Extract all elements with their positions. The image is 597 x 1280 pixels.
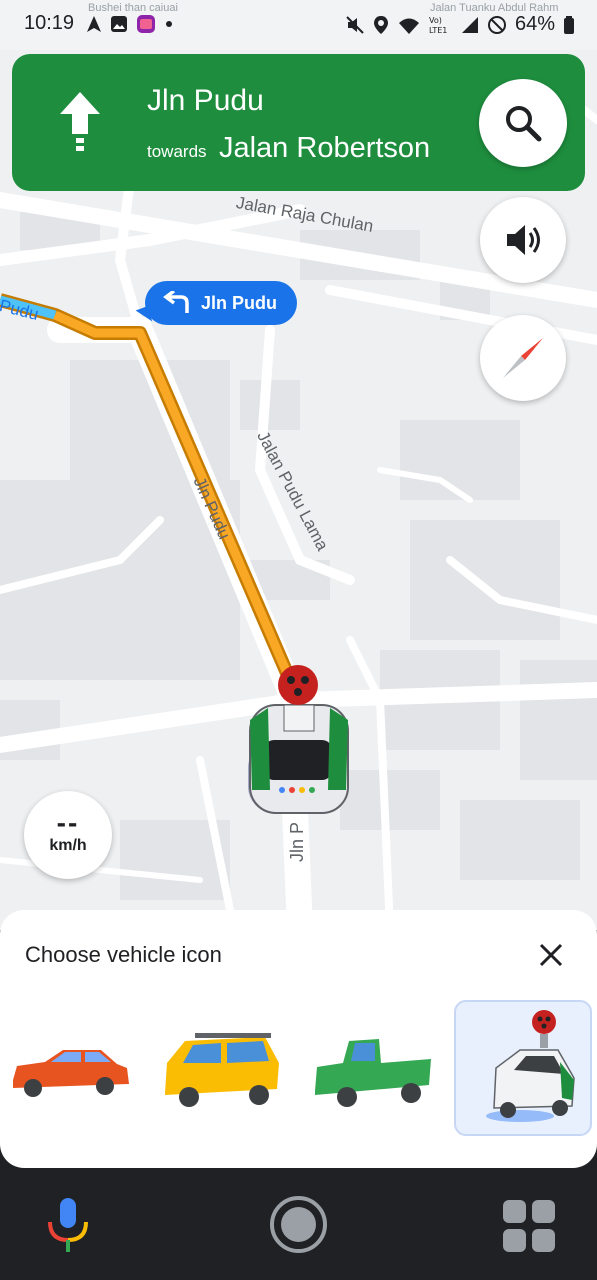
- next-street-name: Jln Pudu: [147, 84, 264, 117]
- apps-button[interactable]: [503, 1200, 555, 1252]
- speed-unit: km/h: [49, 837, 87, 854]
- wifi-icon: [398, 18, 419, 34]
- dot-icon: [166, 21, 172, 27]
- vehicle-option-street-view-car[interactable]: [454, 1000, 592, 1136]
- speed-value: --: [56, 807, 80, 838]
- turn-left-icon: [163, 291, 189, 313]
- navigation-arrow-icon: [87, 16, 101, 32]
- battery-percent: 64%: [514, 13, 555, 35]
- green-pickup-icon: [315, 1039, 431, 1107]
- yellow-suv-icon: [165, 1033, 279, 1107]
- turn-chip[interactable]: Jln Pudu: [145, 281, 297, 325]
- app-badge-icon: [137, 15, 155, 33]
- street-label-jln-p: Jln P: [287, 821, 307, 862]
- towards-street: Jalan Robertson: [218, 132, 431, 164]
- vehicle-icon-sheet: Choose vehicle icon: [0, 910, 597, 1168]
- volte-icon: Vo)LTE1: [429, 16, 447, 35]
- vehicle-option-yellow-suv[interactable]: [150, 1000, 288, 1136]
- volume-icon: [507, 225, 540, 255]
- assistant-mic-icon[interactable]: [46, 1196, 90, 1256]
- map-faint-text-left: Bushei than caiuai: [88, 2, 178, 14]
- straight-arrow-icon: [60, 92, 100, 151]
- towards-label: towards: [147, 142, 207, 161]
- apps-grid-cell: [532, 1229, 555, 1252]
- search-icon: [506, 106, 542, 142]
- compass-icon: [503, 338, 543, 378]
- close-icon: [539, 943, 563, 967]
- sheet-title: Choose vehicle icon: [25, 942, 222, 967]
- dnd-icon: [487, 15, 506, 34]
- location-icon: [373, 15, 388, 34]
- vehicle-marker-icon: [248, 665, 349, 814]
- speedometer: -- km/h: [24, 791, 112, 879]
- system-nav-bar: [0, 1168, 597, 1280]
- apps-grid-cell: [532, 1200, 555, 1223]
- mute-icon: [346, 15, 364, 34]
- search-button[interactable]: [479, 79, 567, 167]
- apps-grid-cell: [503, 1229, 526, 1252]
- apps-grid-cell: [503, 1200, 526, 1223]
- gallery-icon: [111, 16, 127, 32]
- status-time: 10:19: [24, 12, 75, 34]
- signal-icon: [461, 16, 478, 33]
- turn-chip-label: Jln Pudu: [201, 292, 277, 313]
- vehicle-option-green-pickup[interactable]: [302, 1000, 440, 1136]
- sound-button[interactable]: [480, 197, 566, 283]
- street-view-car-icon: [486, 1010, 575, 1122]
- home-button[interactable]: [270, 1196, 327, 1253]
- svg-text:LTE1: LTE1: [429, 26, 447, 35]
- towards-row: towards Jalan Robertson: [147, 132, 430, 165]
- vehicle-option-red-sedan[interactable]: [0, 1000, 138, 1136]
- battery-icon: [564, 15, 574, 34]
- red-sedan-icon: [13, 1050, 129, 1097]
- svg-text:Vo): Vo): [429, 16, 442, 25]
- status-bar: 10:19 Bushei than caiuai Jalan Tuanku Ab…: [0, 0, 597, 50]
- compass-button[interactable]: [480, 315, 566, 401]
- close-button[interactable]: [534, 938, 568, 972]
